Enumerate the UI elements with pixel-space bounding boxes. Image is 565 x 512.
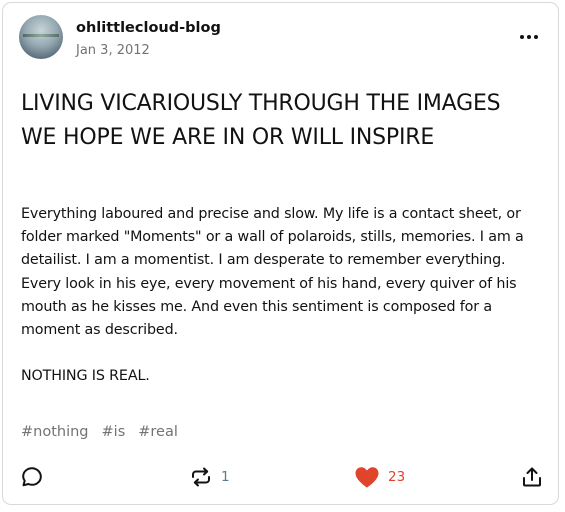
tag-link[interactable]: #nothing bbox=[21, 424, 89, 440]
post-card: ohlittlecloud-blog Jan 3, 2012 LIVING VI… bbox=[2, 2, 559, 505]
post-header: ohlittlecloud-blog Jan 3, 2012 bbox=[19, 15, 544, 65]
reblog-button[interactable]: 1 bbox=[189, 463, 230, 491]
post-body: Everything laboured and precise and slow… bbox=[21, 203, 546, 389]
share-button[interactable] bbox=[520, 463, 544, 491]
post-body-closing: NOTHING IS REAL. bbox=[21, 368, 150, 385]
post-title: LIVING VICARIOUSLY THROUGH THE IMAGES WE… bbox=[21, 91, 501, 150]
more-dots-icon bbox=[520, 35, 538, 39]
blog-avatar[interactable] bbox=[19, 15, 63, 59]
tag-link[interactable]: #is bbox=[102, 424, 126, 440]
reply-button[interactable] bbox=[20, 463, 44, 491]
reblog-arrows-icon bbox=[192, 467, 210, 487]
like-button[interactable]: 23 bbox=[354, 463, 405, 491]
post-tags: #nothing #is #real bbox=[21, 424, 178, 440]
tag-link[interactable]: #real bbox=[138, 424, 178, 440]
post-actions: 1 23 bbox=[3, 463, 558, 491]
post-date[interactable]: Jan 3, 2012 bbox=[76, 43, 150, 58]
like-count: 23 bbox=[388, 469, 406, 485]
reblog-count: 1 bbox=[221, 469, 230, 485]
blog-name-link[interactable]: ohlittlecloud-blog bbox=[76, 20, 221, 36]
speech-bubble-icon bbox=[22, 467, 42, 487]
more-options-button[interactable] bbox=[516, 29, 542, 45]
heart-icon bbox=[355, 467, 379, 488]
share-upload-icon bbox=[523, 467, 541, 487]
post-body-paragraph: Everything laboured and precise and slow… bbox=[21, 206, 524, 339]
